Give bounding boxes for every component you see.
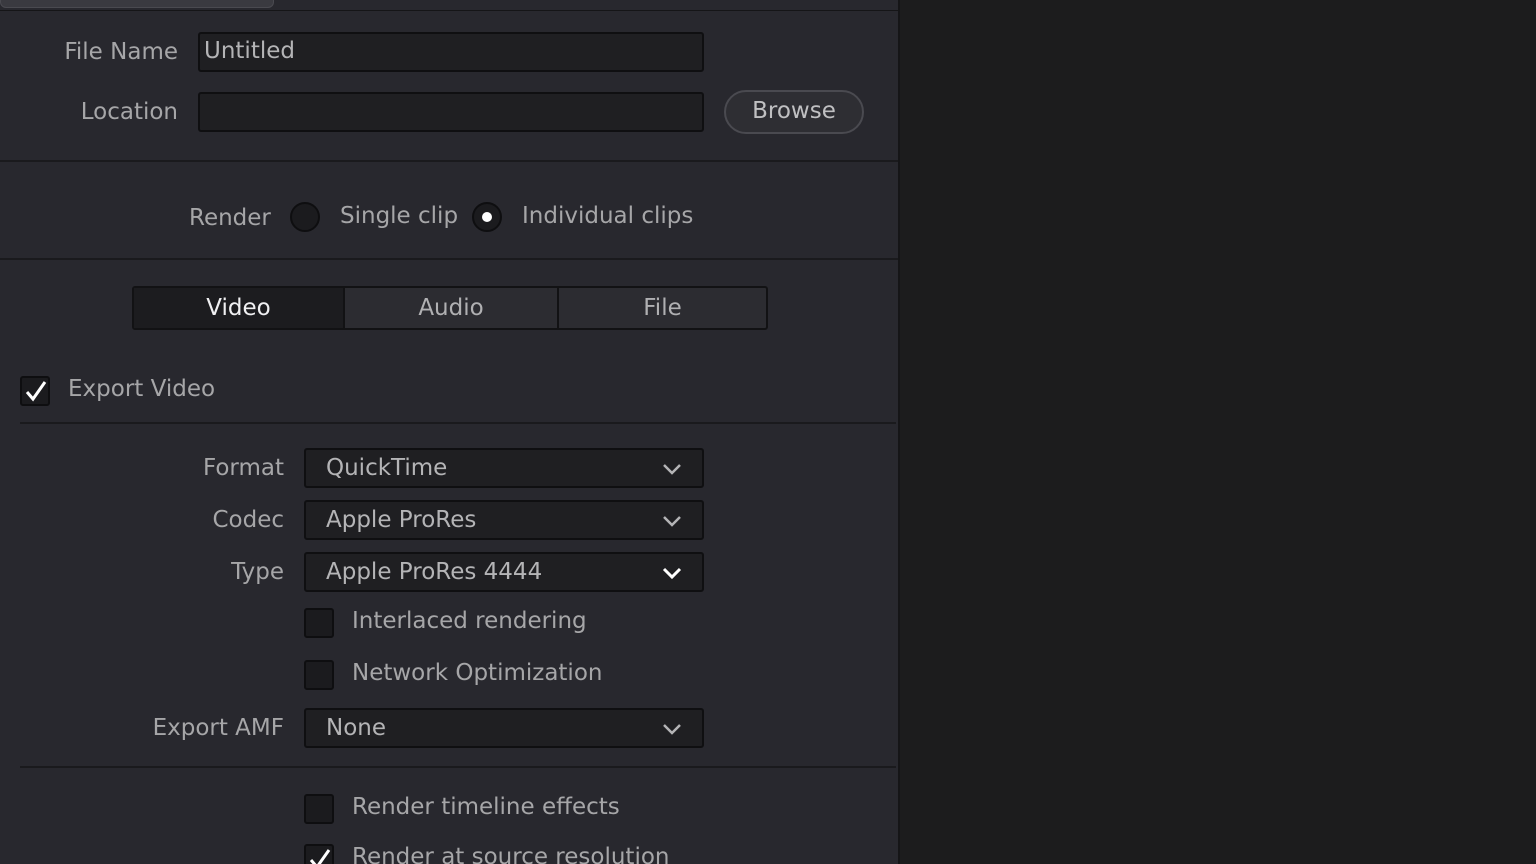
render-timeline-effects-checkbox[interactable] xyxy=(304,794,334,824)
export-video-label: Export Video xyxy=(68,376,216,402)
checkmark-icon xyxy=(309,849,331,864)
network-optimization-label: Network Optimization xyxy=(352,660,603,686)
chevron-down-icon xyxy=(663,516,681,527)
render-source-resolution-checkbox[interactable] xyxy=(304,844,334,864)
divider xyxy=(0,258,898,260)
divider xyxy=(20,766,896,768)
render-label: Render xyxy=(189,205,271,231)
individual-clips-label[interactable]: Individual clips xyxy=(522,201,693,231)
format-value: QuickTime xyxy=(326,455,448,481)
chevron-down-icon xyxy=(663,724,681,735)
browse-button[interactable]: Browse xyxy=(724,90,864,134)
divider xyxy=(0,10,898,11)
chevron-down-icon xyxy=(663,464,681,475)
render-source-resolution-label: Render at source resolution xyxy=(352,844,670,864)
tab-file[interactable]: File xyxy=(559,288,766,328)
file-name-label: File Name xyxy=(64,39,178,65)
radio-selected-dot xyxy=(482,212,492,222)
export-video-checkbox[interactable] xyxy=(20,376,50,406)
export-amf-label: Export AMF xyxy=(152,715,284,741)
type-value: Apple ProRes 4444 xyxy=(326,559,543,585)
network-optimization-checkbox[interactable] xyxy=(304,660,334,690)
tab-video[interactable]: Video xyxy=(134,288,345,328)
interlaced-rendering-label: Interlaced rendering xyxy=(352,608,587,634)
codec-label: Codec xyxy=(212,507,284,533)
individual-clips-radio[interactable] xyxy=(472,202,502,232)
export-amf-value: None xyxy=(326,715,387,741)
file-name-input[interactable]: Untitled xyxy=(198,32,704,72)
format-dropdown[interactable]: QuickTime xyxy=(304,448,704,488)
location-input[interactable] xyxy=(198,92,704,132)
codec-dropdown[interactable]: Apple ProRes xyxy=(304,500,704,540)
divider xyxy=(0,160,898,162)
single-clip-radio[interactable] xyxy=(290,202,320,232)
location-label: Location xyxy=(80,99,178,125)
viewer-area xyxy=(900,0,1536,864)
tab-audio[interactable]: Audio xyxy=(345,288,559,328)
divider xyxy=(20,422,896,424)
chevron-down-icon xyxy=(662,567,682,580)
settings-tabs: Video Audio File xyxy=(132,286,768,330)
type-label: Type xyxy=(231,559,284,585)
type-dropdown[interactable]: Apple ProRes 4444 xyxy=(304,552,704,592)
export-amf-dropdown[interactable]: None xyxy=(304,708,704,748)
codec-value: Apple ProRes xyxy=(326,507,477,533)
panel-header-tab[interactable] xyxy=(0,0,274,8)
render-settings-panel: File Name Untitled Location Browse Rende… xyxy=(0,0,900,864)
single-clip-label[interactable]: Single clip xyxy=(340,201,458,231)
format-label: Format xyxy=(202,455,284,481)
checkmark-icon xyxy=(25,381,47,402)
interlaced-rendering-checkbox[interactable] xyxy=(304,608,334,638)
render-timeline-effects-label: Render timeline effects xyxy=(352,794,620,820)
